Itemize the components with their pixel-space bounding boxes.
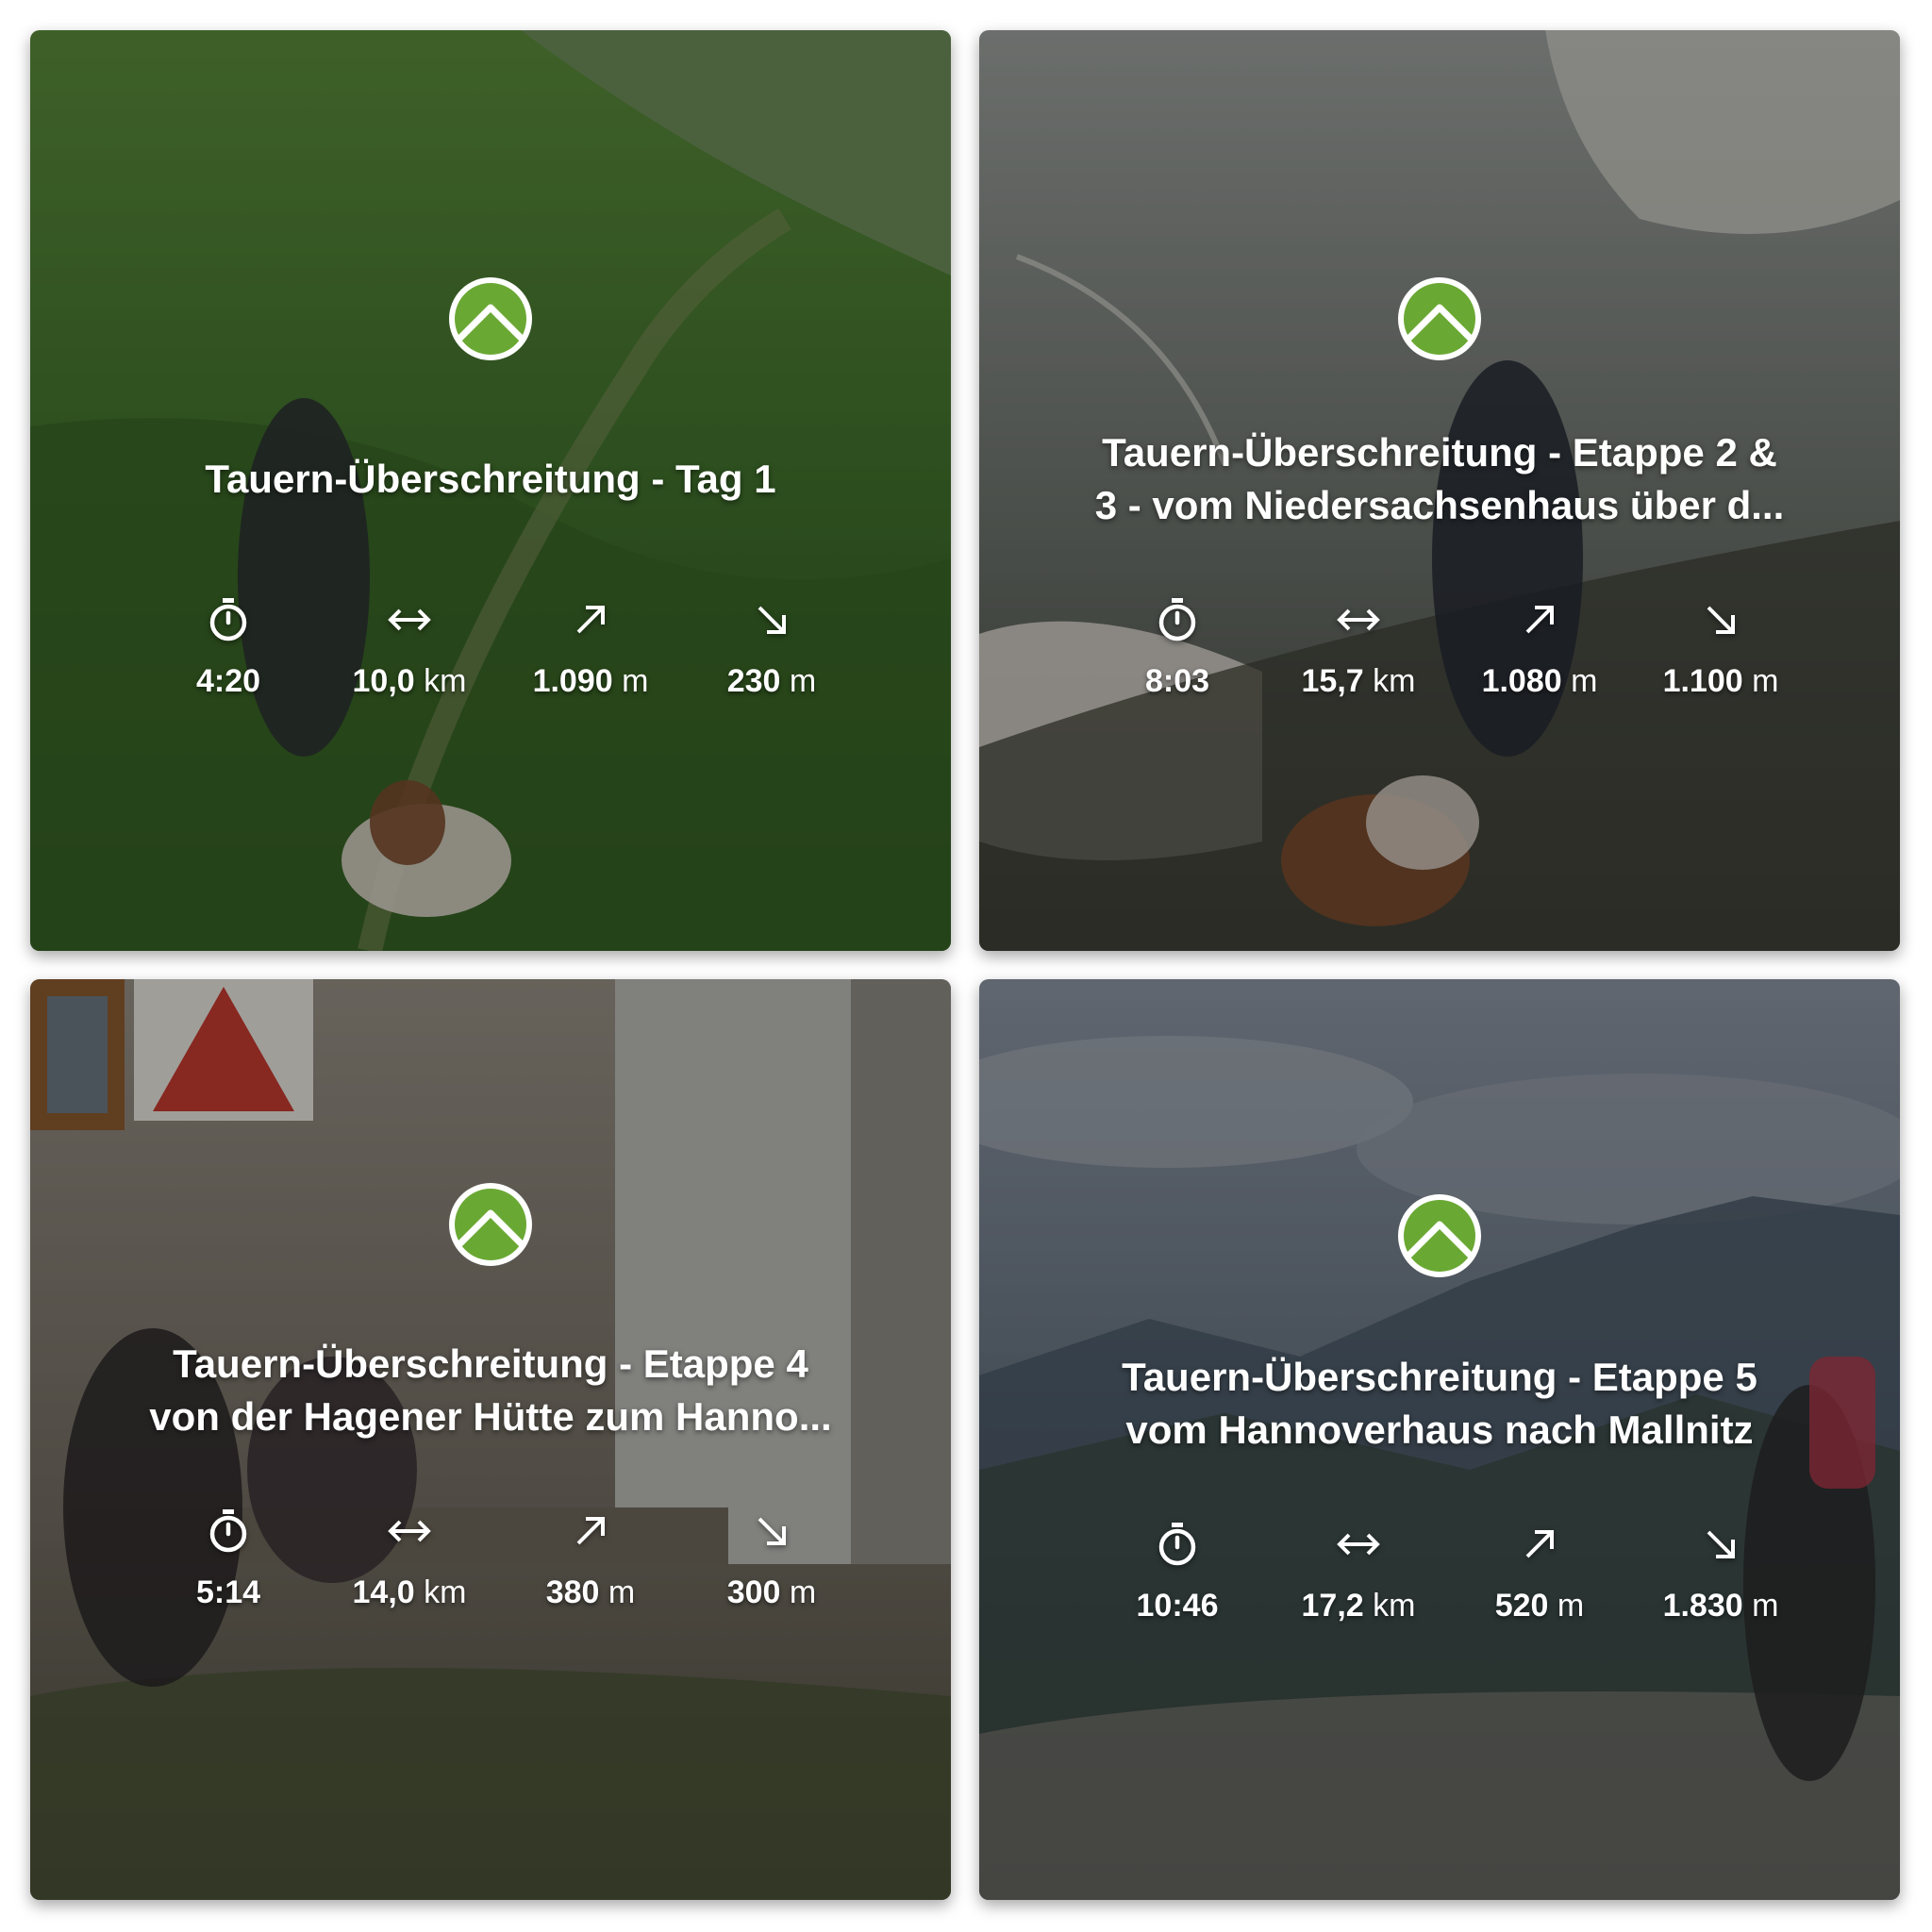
descent-value: 1.100 (1662, 663, 1743, 699)
ascent-unit: m (608, 1574, 636, 1610)
stat-descent: 1.830 m (1631, 1521, 1810, 1624)
arrow-down-right-icon (758, 606, 786, 634)
tour-title: Tauern-Überschreitung - Etappe 5 vom Han… (1036, 1351, 1843, 1457)
duration-value: 8:03 (1144, 663, 1210, 699)
distance-value: 15,7 (1301, 663, 1364, 699)
stat-ascent: 1.090 m (501, 596, 680, 700)
stat-descent: 230 m (682, 596, 861, 700)
arrow-up-right-icon (576, 606, 605, 634)
komoot-logo-icon (449, 277, 532, 360)
distance-value: 10,0 (352, 663, 415, 699)
arrow-up-right-icon (1525, 1530, 1554, 1558)
stat-ascent: 380 m (501, 1507, 680, 1611)
arrow-up-right-icon (576, 1517, 605, 1545)
stat-distance: 14,0 km (320, 1507, 499, 1611)
tour-title: Tauern-Überschreitung - Etappe 4 von der… (87, 1338, 894, 1443)
tour-title: Tauern-Überschreitung - Etappe 2 & 3 - v… (1036, 426, 1843, 532)
stat-distance: 17,2 km (1269, 1521, 1448, 1624)
ascent-unit: m (622, 663, 649, 699)
stat-duration: 4:20 (139, 596, 318, 700)
arrow-down-right-icon (1707, 606, 1735, 634)
tour-title-line: Tauern-Überschreitung - Tag 1 (205, 457, 776, 501)
stat-ascent: 520 m (1450, 1521, 1629, 1624)
distance-unit: km (1373, 1588, 1416, 1624)
stat-descent: 1.100 m (1631, 596, 1810, 700)
tour-title-line: von der Hagener Hütte zum Hanno... (149, 1394, 832, 1439)
tour-stats: 5:14 14,0 km 380 m 300 m (30, 1507, 951, 1621)
stat-ascent: 1.080 m (1450, 596, 1629, 700)
arrow-up-right-icon (1525, 606, 1554, 634)
distance-unit: km (1373, 663, 1416, 699)
tour-title: Tauern-Überschreitung - Tag 1 (87, 453, 894, 506)
stopwatch-icon (209, 598, 247, 641)
tour-card-tag-1[interactable]: Tauern-Überschreitung - Tag 1 4:20 10,0 … (30, 30, 951, 951)
stat-duration: 10:46 (1088, 1521, 1267, 1624)
tour-title-line: Tauern-Überschreitung - Etappe 5 (1122, 1355, 1757, 1399)
ascent-value: 520 (1494, 1588, 1549, 1624)
descent-value: 230 (726, 663, 781, 699)
tour-stats: 4:20 10,0 km 1.090 m 230 m (30, 596, 951, 709)
komoot-logo-icon (1398, 277, 1481, 360)
descent-unit: m (789, 663, 817, 699)
tour-card-etappe-4[interactable]: Tauern-Überschreitung - Etappe 4 von der… (30, 979, 951, 1900)
stopwatch-icon (1158, 598, 1196, 641)
descent-unit: m (1752, 663, 1779, 699)
arrow-down-right-icon (758, 1517, 786, 1545)
stat-duration: 8:03 (1088, 596, 1267, 700)
stat-distance: 15,7 km (1269, 596, 1448, 700)
distance-unit: km (424, 663, 467, 699)
stat-descent: 300 m (682, 1507, 861, 1611)
distance-value: 17,2 (1301, 1588, 1364, 1624)
ascent-unit: m (1571, 663, 1598, 699)
stat-distance: 10,0 km (320, 596, 499, 700)
descent-unit: m (789, 1574, 817, 1610)
ascent-value: 1.090 (532, 663, 613, 699)
tour-title-line: 3 - vom Niedersachsenhaus über d... (1094, 483, 1785, 527)
horizontal-arrows-icon (1337, 608, 1380, 631)
ascent-unit: m (1557, 1588, 1585, 1624)
ascent-value: 380 (545, 1574, 600, 1610)
tour-stats: 10:46 17,2 km 520 m 1.830 m (979, 1521, 1900, 1634)
horizontal-arrows-icon (388, 608, 431, 631)
tour-title-line: vom Hannoverhaus nach Mallnitz (1125, 1407, 1754, 1452)
tour-card-etappe-5[interactable]: Tauern-Überschreitung - Etappe 5 vom Han… (979, 979, 1900, 1900)
stat-duration: 5:14 (139, 1507, 318, 1611)
tour-stats: 8:03 15,7 km 1.080 m 1.100 m (979, 596, 1900, 709)
ascent-value: 1.080 (1481, 663, 1562, 699)
distance-unit: km (424, 1574, 467, 1610)
tour-grid: Tauern-Überschreitung - Tag 1 4:20 10,0 … (0, 0, 1932, 1932)
duration-value: 10:46 (1136, 1588, 1219, 1624)
horizontal-arrows-icon (1337, 1533, 1380, 1556)
duration-value: 4:20 (195, 663, 261, 699)
arrow-down-right-icon (1707, 1530, 1735, 1558)
tour-card-etappe-2-3[interactable]: Tauern-Überschreitung - Etappe 2 & 3 - v… (979, 30, 1900, 951)
tour-title-line: Tauern-Überschreitung - Etappe 2 & (1102, 430, 1777, 475)
horizontal-arrows-icon (388, 1520, 431, 1542)
tour-title-line: Tauern-Überschreitung - Etappe 4 (173, 1341, 808, 1386)
descent-unit: m (1752, 1588, 1779, 1624)
komoot-logo-icon (449, 1183, 532, 1266)
descent-value: 300 (726, 1574, 781, 1610)
stopwatch-icon (209, 1509, 247, 1553)
duration-value: 5:14 (195, 1574, 261, 1610)
stopwatch-icon (1158, 1523, 1196, 1566)
descent-value: 1.830 (1662, 1588, 1743, 1624)
komoot-logo-icon (1398, 1194, 1481, 1277)
distance-value: 14,0 (352, 1574, 415, 1610)
